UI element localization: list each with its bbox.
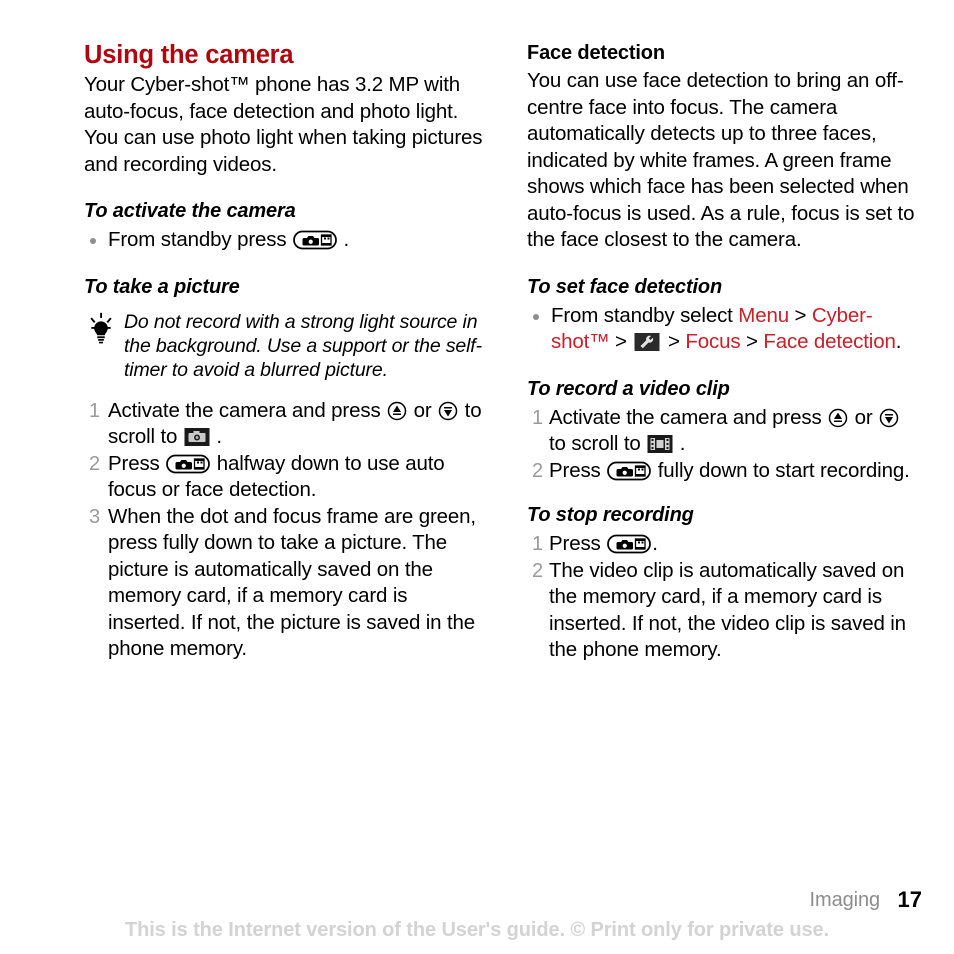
tip-text: Do not record with a strong light source… (124, 310, 482, 381)
menu-path-separator: > (794, 303, 807, 327)
step-text-part1: Activate the camera and press (108, 398, 381, 422)
step-text-part3: to scroll to (549, 432, 641, 455)
page-title: Using the camera (84, 41, 294, 69)
navigation-down-key-icon (879, 408, 899, 427)
list-item: 1 Activate the camera and press or to sc… (84, 398, 484, 451)
right-column: Face detection You can use face detectio… (527, 40, 919, 664)
camera-key-icon (166, 454, 211, 473)
navigation-down-key-icon (438, 401, 458, 420)
list-item: 1 Press . (527, 531, 919, 558)
camera-key-icon (607, 461, 652, 480)
step-text-part2: or (854, 405, 873, 429)
step-text-part1: Activate the camera and press (549, 405, 822, 429)
bullet-text-prefix: From standby select (551, 303, 733, 327)
menu-path-separator: > (667, 330, 680, 353)
step-number: 3 (89, 505, 100, 528)
step-text-part1: Press (549, 458, 601, 482)
menu-path-separator: > (615, 330, 627, 353)
heading-to-activate-the-camera: To activate the camera (84, 200, 296, 222)
navigation-up-key-icon (387, 401, 407, 420)
menu-path-item-face-detection[interactable]: Face detection (763, 330, 896, 353)
step-number: 2 (89, 452, 100, 475)
list-item: From standby press . (84, 227, 484, 254)
list-item: 1 Activate the camera and press or to sc… (527, 405, 919, 458)
list-item: 2 The video clip is automatically saved … (527, 558, 919, 664)
intro-paragraph: Your Cyber-shot™ phone has 3.2 MP with a… (84, 73, 483, 176)
settings-wrench-icon (634, 333, 660, 351)
step-number: 2 (532, 459, 543, 482)
step-number: 2 (532, 559, 543, 582)
step-text-part2: fully down to start recording. (657, 458, 910, 482)
face-detection-paragraph: You can use face detection to bring an o… (527, 69, 915, 251)
tip-box: Do not record with a strong light source… (84, 310, 484, 382)
video-mode-icon (647, 435, 673, 453)
footer-watermark-note: This is the Internet version of the User… (125, 919, 829, 941)
menu-path-separator: > (745, 330, 758, 353)
footer-chapter-label: Imaging (809, 889, 881, 911)
step-text-part2: . (652, 532, 658, 555)
camera-key-icon (293, 230, 337, 250)
step-text-part1: Press (108, 451, 160, 475)
list-item: 2 Press fully down to start recording. (527, 458, 919, 485)
page-number: 17 (897, 887, 922, 912)
menu-path-item-menu[interactable]: Menu (738, 304, 789, 327)
step-text-part1: The video clip is automatically saved on… (549, 558, 906, 662)
photo-mode-icon (184, 428, 210, 446)
heading-to-take-a-picture: To take a picture (84, 275, 240, 298)
step-text-part2: or (413, 398, 432, 422)
page-footer: Imaging 17 This is the Internet version … (0, 864, 954, 954)
step-text-part1: Press (549, 532, 601, 555)
heading-to-stop-recording: To stop recording (527, 504, 694, 526)
menu-path-item-focus[interactable]: Focus (685, 330, 740, 353)
list-item: 3 When the dot and focus frame are green… (84, 504, 484, 663)
list-item: From standby select Menu > Cyber-shot™ >… (527, 303, 919, 356)
list-item: 2 Press halfway down to use auto focus o… (84, 451, 484, 504)
left-column: Using the camera Your Cyber-shot™ phone … (84, 40, 484, 663)
manual-page: Using the camera Your Cyber-shot™ phone … (0, 0, 954, 954)
camera-key-icon (607, 534, 652, 554)
heading-to-set-face-detection: To set face detection (527, 275, 723, 298)
step-text-part1: When the dot and focus frame are green, … (108, 504, 476, 661)
step-number: 1 (89, 399, 100, 422)
navigation-up-key-icon (828, 408, 848, 427)
step-number: 1 (532, 533, 543, 555)
bullet-text-prefix: From standby press (108, 228, 287, 251)
step-number: 1 (532, 406, 543, 429)
tip-lightbulb-icon (90, 312, 112, 343)
step-text-part4: . (216, 425, 222, 448)
menu-path-end: . (895, 330, 902, 353)
bullet-text-suffix: . (343, 228, 350, 251)
heading-face-detection: Face detection (527, 42, 665, 64)
step-text-part4: . (679, 432, 686, 455)
heading-to-record-a-video-clip: To record a video clip (527, 377, 730, 400)
